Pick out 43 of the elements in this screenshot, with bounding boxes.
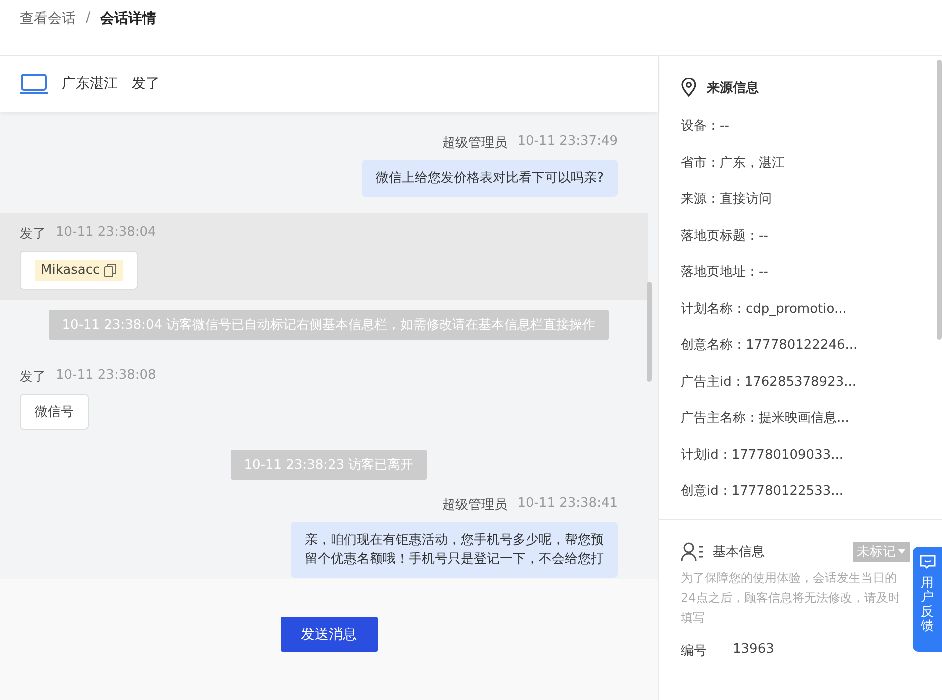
info-field: 省市：广东，湛江	[681, 146, 920, 182]
info-field: 设备：--	[681, 109, 920, 146]
laptop-icon	[20, 73, 48, 95]
sender-name: 发了	[20, 369, 46, 386]
hint-text: 为了保障您的使用体验，会话发生当日的24点之后，顾客信息将无法修改，请及时填写	[681, 570, 902, 626]
breadcrumb-item[interactable]: 会话详情	[100, 10, 157, 28]
section-title: 来源信息	[707, 80, 759, 96]
info-field: 广告主id：176285378923...	[681, 364, 920, 401]
message-card: 微信号	[20, 394, 89, 430]
copy-icon[interactable]	[104, 264, 118, 278]
info-field: 落地页地址：--	[681, 255, 920, 292]
location-pin-icon	[681, 78, 697, 97]
message-time: 10-11 23:38:08	[56, 368, 156, 385]
info-field: 计划名称：cdp_promotio...	[681, 292, 920, 328]
copyable-text[interactable]: Mikasacc	[35, 260, 124, 281]
chat-icon	[920, 555, 936, 570]
message-time: 10-11 23:38:41	[518, 496, 618, 513]
sender-name: 发了	[20, 226, 46, 243]
feedback-button[interactable]: 用户反馈	[913, 547, 942, 652]
message-bubble: 微信上给您发价格表对比看下可以吗亲?	[362, 160, 618, 197]
field-value: 13963	[733, 642, 774, 658]
message-bubble: 亲，咱们现在有钜惠活动，您手机号多少呢，帮您预 留个优惠名额哦！手机号只是登记一下，不会给您打	[291, 522, 618, 578]
scrollbar[interactable]	[647, 282, 652, 382]
visitor-name: 发了	[132, 75, 160, 93]
info-field: 计划id：177780109033...	[681, 438, 920, 474]
field-label: 编号	[681, 642, 707, 660]
scrollbar[interactable]	[937, 60, 942, 340]
caret-icon	[898, 549, 906, 554]
info-field: 创意名称：177780122246...	[681, 328, 920, 364]
info-field: 落地页标题：--	[681, 218, 920, 255]
sender-name: 超级管理员	[442, 135, 508, 152]
breadcrumb-separator: /	[86, 10, 91, 26]
sender-name: 超级管理员	[442, 497, 508, 514]
message-time: 10-11 23:37:49	[518, 134, 618, 151]
breadcrumb-item[interactable]: 查看会话	[20, 10, 76, 28]
info-field: 广告主名称：提米映画信息...	[681, 401, 920, 438]
user-list-icon	[681, 542, 705, 562]
info-field: 创意id：177780122533...	[681, 474, 920, 510]
section-title: 基本信息	[713, 544, 765, 560]
info-field: 来源：直接访问	[681, 182, 920, 218]
send-button[interactable]: 发送消息	[280, 617, 378, 652]
message-time: 10-11 23:38:04	[56, 225, 156, 242]
visitor-location: 广东湛江	[62, 75, 118, 93]
